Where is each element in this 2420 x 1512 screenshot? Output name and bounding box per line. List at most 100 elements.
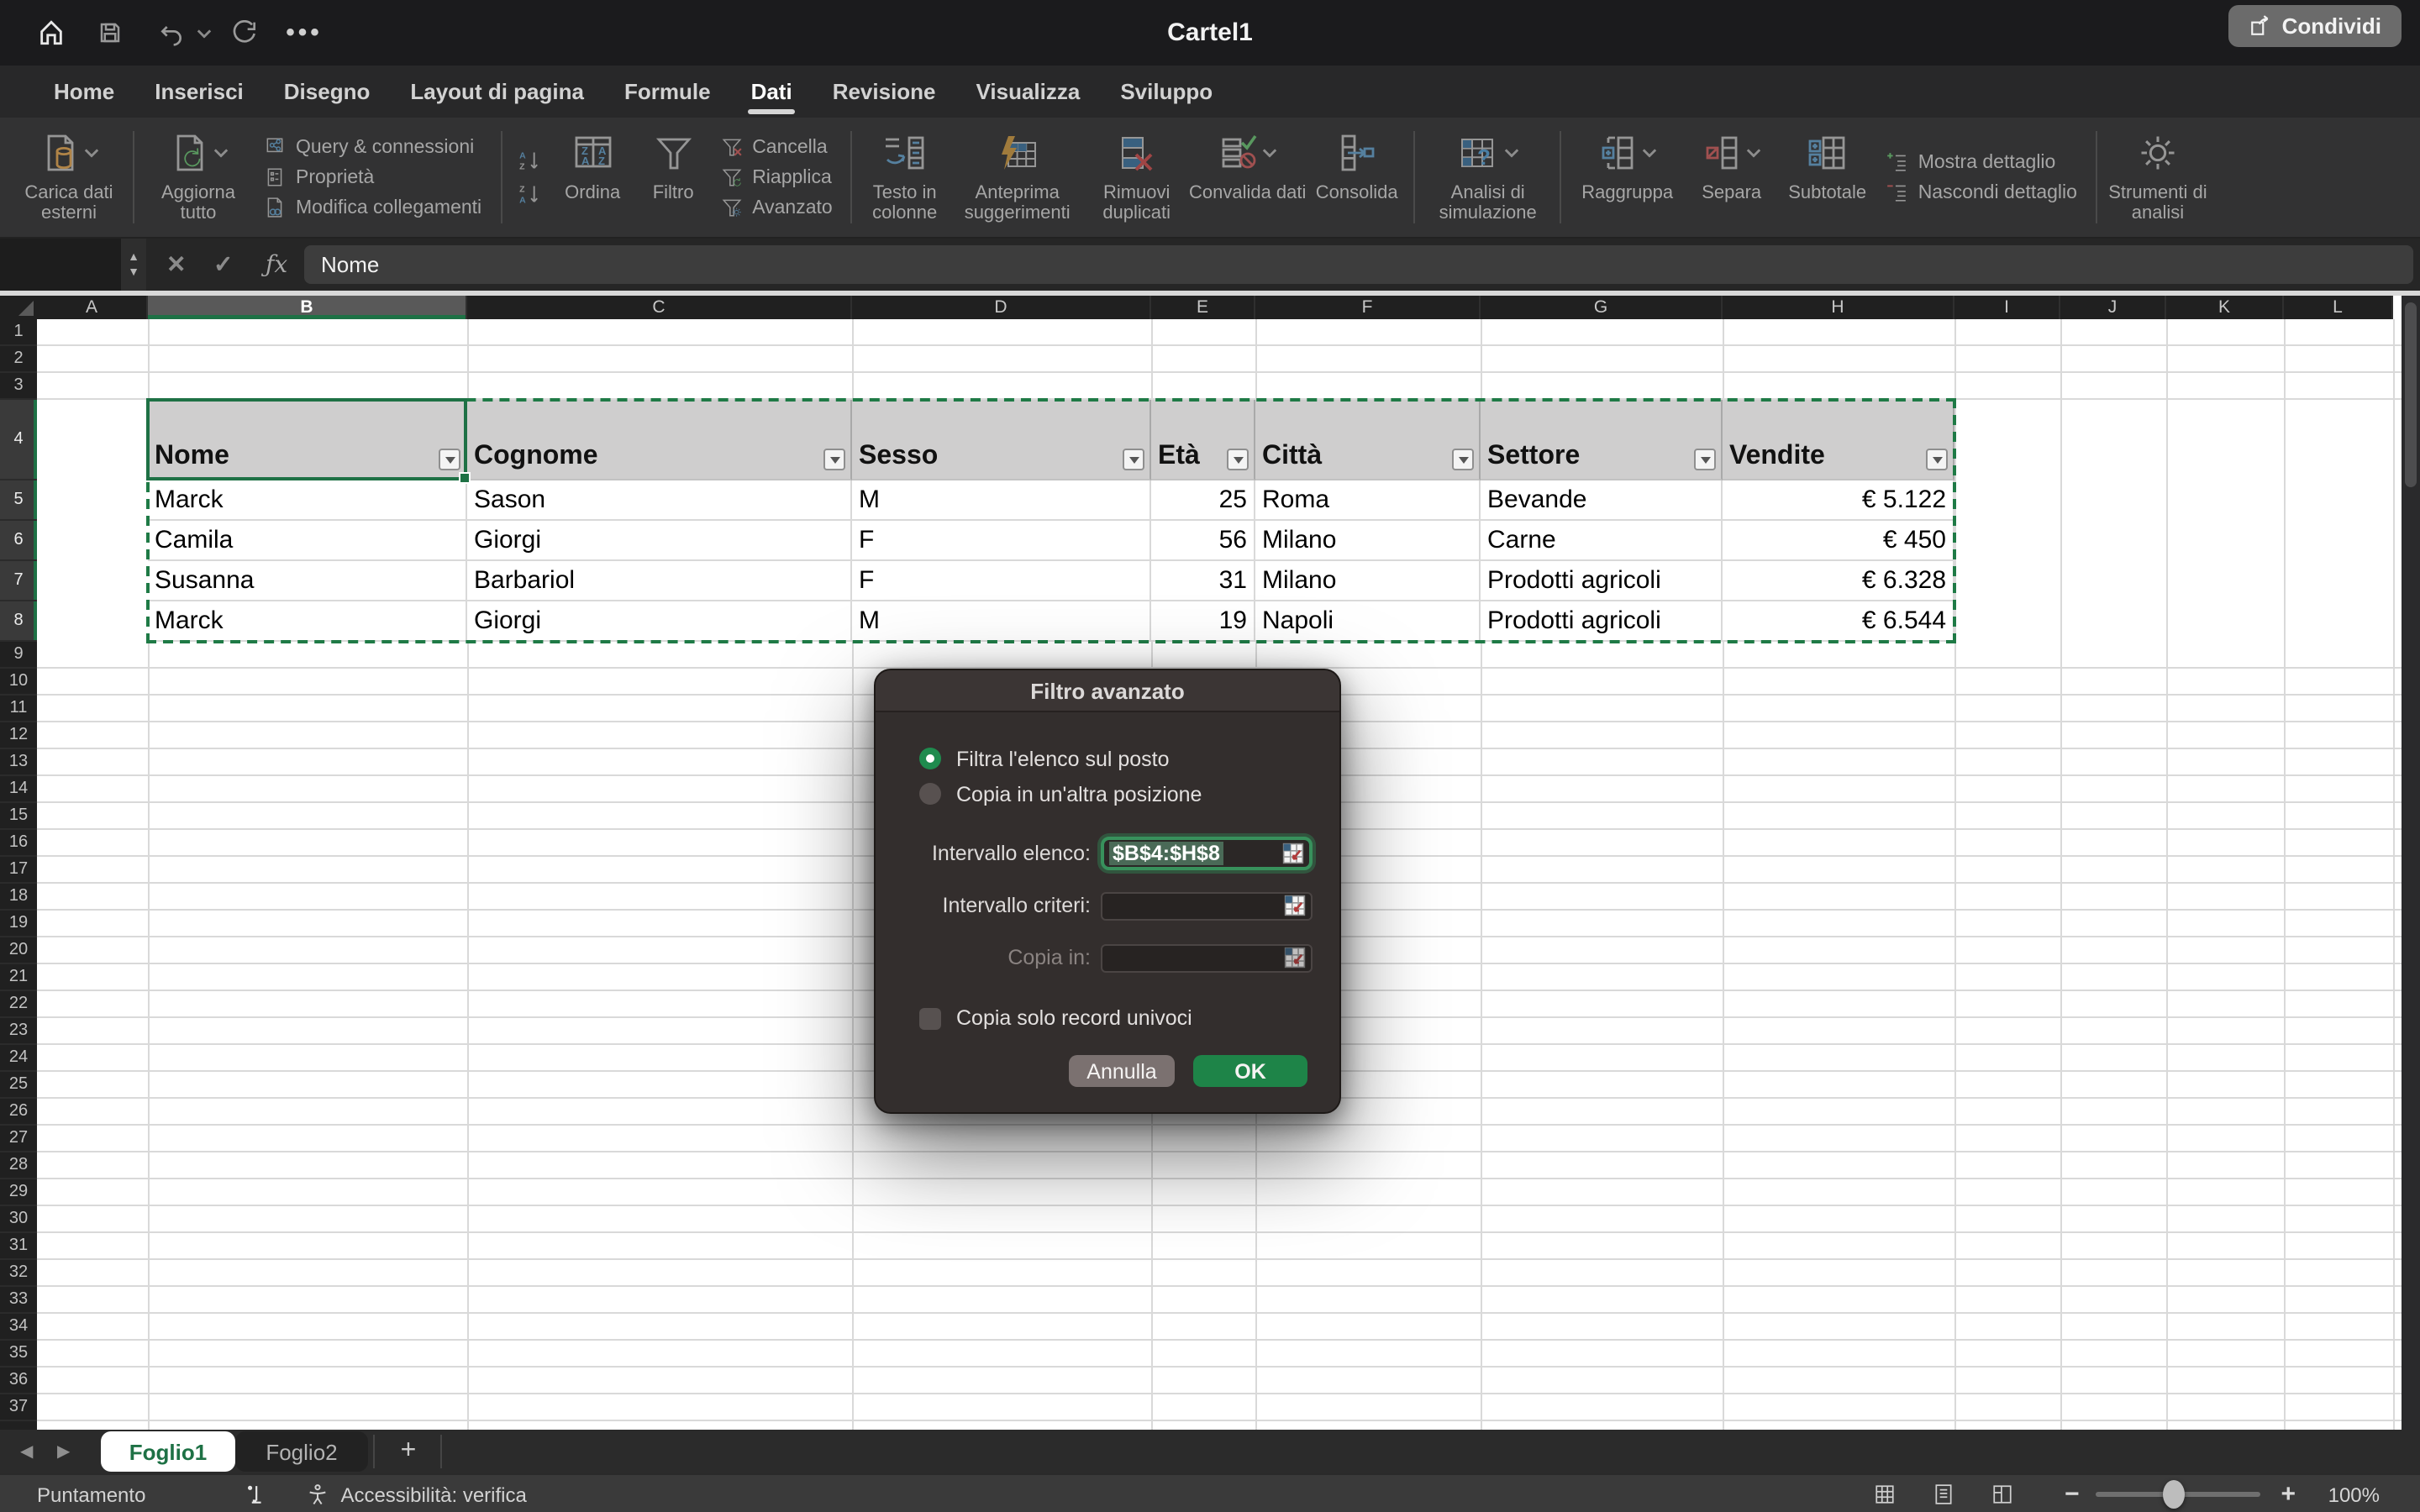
sheet-tab-foglio2[interactable]: Foglio2 <box>235 1431 368 1472</box>
formula-input[interactable]: Nome <box>304 245 2413 284</box>
filter-dropdown-icon[interactable] <box>1123 449 1144 470</box>
ribbon-tab[interactable]: Layout di pagina <box>390 66 604 118</box>
column-header[interactable]: H <box>1723 296 1954 319</box>
filter-dropdown-icon[interactable] <box>439 449 460 470</box>
clear-filter-button[interactable]: Cancella <box>720 136 833 158</box>
normal-view-icon[interactable] <box>1875 1483 1897 1505</box>
edit-links-button[interactable]: Modifica collegamenti <box>264 197 481 218</box>
column-header[interactable]: I <box>1954 296 2060 319</box>
ok-button[interactable]: OK <box>1193 1055 1307 1087</box>
sort-az-button[interactable]: AZ <box>517 149 542 172</box>
filter-dropdown-icon[interactable] <box>1227 449 1249 470</box>
scrollbar-thumb[interactable] <box>2405 302 2417 487</box>
page-layout-view-icon[interactable] <box>1933 1483 1955 1505</box>
filter-dropdown-icon[interactable] <box>1452 449 1474 470</box>
ribbon-tab[interactable]: Home <box>34 66 134 118</box>
remove-duplicates-button[interactable]: Rimuovi duplicati <box>1086 118 1187 237</box>
ribbon-tab[interactable]: Visualizza <box>956 66 1101 118</box>
next-sheet-icon[interactable]: ▶ <box>57 1430 70 1473</box>
show-detail-button[interactable]: Mostra dettaglio <box>1886 151 2077 173</box>
select-all-corner[interactable] <box>0 296 37 319</box>
prev-sheet-icon[interactable]: ◀ <box>20 1430 33 1473</box>
group-icon <box>1598 133 1639 173</box>
list-range-input[interactable]: $B$4:$H$8 <box>1101 837 1313 870</box>
copy-to-input[interactable] <box>1101 943 1313 972</box>
header-cell-cognome[interactable]: Cognome <box>467 400 852 480</box>
svg-text:Z: Z <box>518 184 524 194</box>
accessibility-status[interactable]: Accessibilità: verifica <box>305 1483 526 1506</box>
vertical-scrollbar[interactable] <box>2402 296 2420 1430</box>
get-external-data-button[interactable]: Carica dati esterni <box>13 118 124 237</box>
add-sheet-button[interactable]: + <box>383 1430 434 1473</box>
column-header[interactable]: F <box>1255 296 1481 319</box>
radio-selected-icon[interactable] <box>919 748 941 769</box>
range-picker-icon[interactable] <box>1284 947 1306 969</box>
ribbon-tab[interactable]: Inserisci <box>134 66 264 118</box>
zoom-slider-thumb[interactable] <box>2163 1480 2185 1509</box>
zoom-in-button[interactable]: + <box>2281 1480 2296 1509</box>
ribbon-tab[interactable]: Revisione <box>813 66 956 118</box>
filter-dropdown-icon[interactable] <box>1694 449 1716 470</box>
text-to-columns-button[interactable]: Testo in colonne <box>861 118 949 237</box>
column-header[interactable]: G <box>1481 296 1723 319</box>
range-picker-icon[interactable] <box>1282 843 1304 864</box>
analysis-tools-button[interactable]: Strumenti di analisi <box>2106 118 2210 237</box>
what-if-analysis-button[interactable]: ? Analisi di simulazione <box>1424 118 1552 237</box>
column-header[interactable]: K <box>2166 296 2284 319</box>
name-box[interactable] <box>0 239 121 291</box>
zoom-slider[interactable] <box>2096 1492 2260 1497</box>
filter-button[interactable]: Filtro <box>636 118 710 237</box>
properties-button[interactable]: Proprietà <box>264 166 481 188</box>
share-button[interactable]: Condividi <box>2228 5 2402 47</box>
reapply-filter-button[interactable]: Riapplica <box>720 166 833 188</box>
checkbox-unchecked-icon[interactable] <box>919 1007 941 1029</box>
copy-to-location-option[interactable]: Copia in un'altra posizione <box>919 776 1339 811</box>
column-header[interactable]: B <box>148 296 467 319</box>
cancel-button[interactable]: Annulla <box>1069 1055 1175 1087</box>
page-break-view-icon[interactable] <box>1992 1483 2014 1505</box>
ribbon-tab[interactable]: Sviluppo <box>1100 66 1233 118</box>
sort-button[interactable]: ZAAZ Ordina <box>549 118 636 237</box>
group-button[interactable]: Raggruppa <box>1570 118 1685 237</box>
header-cell-sesso[interactable]: Sesso <box>852 400 1151 480</box>
status-mode-icon[interactable] <box>243 1483 265 1506</box>
ribbon-tab[interactable]: Dati <box>731 66 813 118</box>
sheet-tab-foglio1[interactable]: Foglio1 <box>101 1431 235 1472</box>
zoom-out-button[interactable]: − <box>2065 1480 2080 1509</box>
range-picker-icon[interactable] <box>1284 895 1306 916</box>
cancel-entry-icon[interactable]: ✕ <box>166 250 186 279</box>
radio-unselected-icon[interactable] <box>919 783 941 805</box>
header-cell-settore[interactable]: Settore <box>1481 400 1723 480</box>
column-header[interactable]: C <box>467 296 852 319</box>
filter-dropdown-icon[interactable] <box>1926 449 1948 470</box>
unique-records-option[interactable]: Copia solo record univoci <box>919 1003 1339 1033</box>
hide-detail-button[interactable]: Nascondi dettaglio <box>1886 181 2077 203</box>
consolidate-button[interactable]: Consolida <box>1308 118 1406 237</box>
data-validation-button[interactable]: Convalida dati <box>1187 118 1308 237</box>
header-cell-eta[interactable]: Età <box>1151 400 1255 480</box>
criteria-range-input[interactable] <box>1101 891 1313 920</box>
queries-connections-button[interactable]: Query & connessioni <box>264 136 481 158</box>
ribbon-tab[interactable]: Disegno <box>264 66 391 118</box>
column-header[interactable]: J <box>2060 296 2166 319</box>
ungroup-button[interactable]: Subtotale Separa <box>1685 118 1779 237</box>
refresh-all-button[interactable]: Aggiorna tutto <box>143 118 254 237</box>
ribbon-tab[interactable]: Formule <box>604 66 731 118</box>
flash-fill-button[interactable]: Anteprima suggerimenti <box>949 118 1086 237</box>
advanced-filter-button[interactable]: Avanzato <box>720 197 833 218</box>
column-header[interactable]: A <box>37 296 148 319</box>
column-header[interactable]: E <box>1151 296 1255 319</box>
header-cell-citta[interactable]: Città <box>1255 400 1481 480</box>
sort-za-button[interactable]: ZA <box>517 182 542 206</box>
insert-function-icon[interactable]: ƒx <box>266 251 287 278</box>
filter-dropdown-icon[interactable] <box>823 449 845 470</box>
subtotal-button[interactable]: Subtotale <box>1779 118 1876 237</box>
filter-in-place-option[interactable]: Filtra l'elenco sul posto <box>919 741 1339 776</box>
header-cell-nome[interactable]: Nome <box>148 400 467 480</box>
chevron-down-icon <box>1262 148 1277 158</box>
confirm-entry-icon[interactable]: ✓ <box>213 250 233 279</box>
column-header[interactable]: L <box>2284 296 2393 319</box>
header-cell-vendite[interactable]: Vendite <box>1723 400 1954 480</box>
column-header[interactable]: D <box>852 296 1151 319</box>
name-box-spinner[interactable]: ▲▼ <box>121 239 146 291</box>
